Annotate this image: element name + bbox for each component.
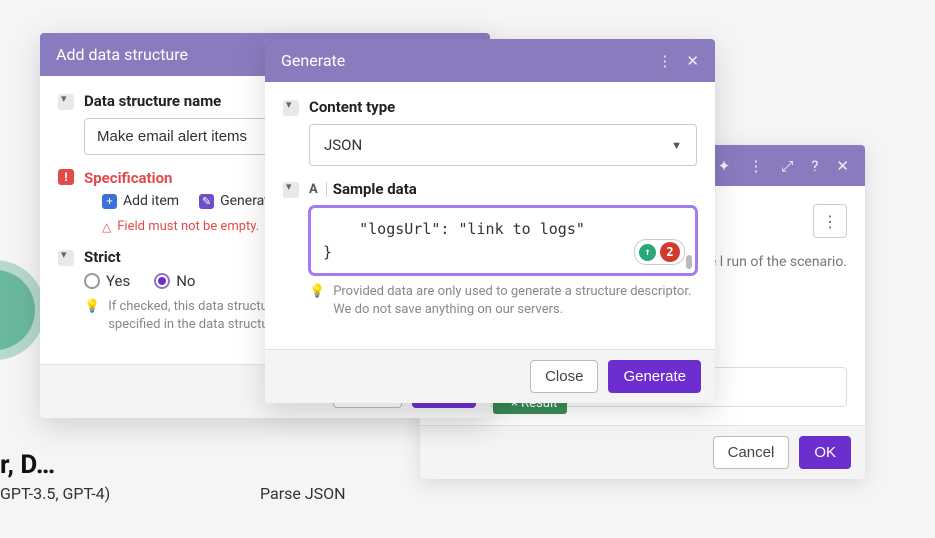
close-icon[interactable]: ✕ [686, 52, 699, 70]
content-type-label: Content type [309, 98, 697, 116]
cancel-button[interactable]: Cancel [713, 436, 790, 469]
kebab-icon[interactable]: ⋮ [657, 52, 672, 70]
magic-icon[interactable]: ✦ [718, 157, 731, 175]
generate-title: Generate [281, 51, 345, 70]
add-item-label: Add item [123, 193, 179, 209]
chevron-down-icon: ▼ [671, 139, 682, 152]
spec-label: Specification [84, 169, 172, 187]
collapse-icon[interactable] [58, 94, 74, 110]
generate-header: Generate ⋮ ✕ [265, 39, 715, 82]
collapse-icon[interactable] [58, 250, 74, 266]
background-subtitle: GPT-3.5, GPT-4) [0, 484, 110, 503]
content-type-value: JSON [324, 136, 362, 154]
kebab-icon[interactable]: ⋮ [748, 157, 763, 175]
sample-line: } [323, 241, 683, 264]
error-triangle-icon: △ [102, 220, 111, 234]
bulb-icon: 💡 [84, 298, 100, 316]
close-icon[interactable]: ✕ [836, 157, 849, 175]
radio-icon [84, 273, 100, 289]
wand-icon: ✎ [199, 194, 214, 209]
collapse-icon[interactable] [283, 182, 299, 198]
sample-hint-text: Provided data are only used to generate … [333, 283, 697, 319]
sample-hint: 💡 Provided data are only used to generat… [309, 283, 697, 319]
warning-icon: ! [58, 169, 74, 185]
sample-data-label: Sample data [333, 180, 417, 198]
radio-icon [154, 273, 170, 289]
scrollbar[interactable] [686, 255, 692, 269]
preview-footer: Cancel OK [420, 425, 865, 479]
add-item-button[interactable]: + Add item [102, 193, 179, 209]
sample-line: "logsUrl": "link to logs" [323, 218, 683, 241]
bulb-icon: 💡 [309, 283, 325, 301]
background-title: r, D… [0, 450, 55, 480]
help-icon[interactable]: ? [811, 157, 818, 175]
radio-no-label: No [176, 272, 195, 290]
collapse-icon[interactable] [283, 100, 299, 116]
generate-modal: Generate ⋮ ✕ Content type JSON ▼ A Sam [265, 39, 715, 403]
add-ds-title: Add data structure [56, 45, 188, 64]
writing-assist-badge[interactable]: 2 [634, 239, 685, 265]
menu-button[interactable]: ⋮ [813, 204, 847, 238]
generate-button[interactable]: Generate [608, 360, 701, 393]
radio-no[interactable]: No [154, 272, 195, 290]
background-node-label: Parse JSON [260, 484, 346, 503]
plus-icon: + [102, 194, 117, 209]
sample-data-textarea[interactable]: "logsUrl": "link to logs" } 2 [309, 206, 697, 275]
assist-up-icon [639, 244, 656, 261]
background-node-circle [0, 260, 45, 360]
ok-button[interactable]: OK [799, 436, 851, 469]
radio-yes-label: Yes [106, 272, 130, 290]
close-button[interactable]: Close [530, 360, 598, 393]
expand-icon[interactable]: ⤢ [781, 157, 793, 175]
format-a-icon[interactable]: A [309, 182, 327, 197]
content-type-select[interactable]: JSON ▼ [309, 124, 697, 166]
assist-count-badge: 2 [660, 242, 680, 262]
spec-error-text: Field must not be empty. [117, 219, 259, 234]
radio-yes[interactable]: Yes [84, 272, 130, 290]
